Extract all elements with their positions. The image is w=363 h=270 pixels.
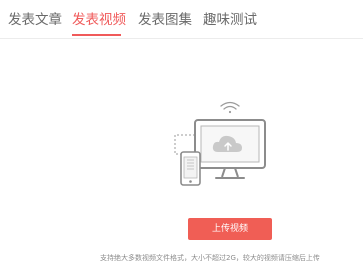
tab-article[interactable]: 发表文章 xyxy=(8,11,62,29)
upload-video-button[interactable]: 上传视频 xyxy=(188,218,272,240)
publish-page: 发表文章 发表视频 发表图集 趣味测试 上传视频 支持绝大多数视频文件格式，大小… xyxy=(0,0,363,270)
tab-quiz[interactable]: 趣味测试 xyxy=(203,11,257,29)
video-upload-devices-icon xyxy=(174,101,266,186)
publish-tabs: 发表文章 发表视频 发表图集 趣味测试 xyxy=(0,0,363,39)
upload-hint-text: 支持绝大多数视频文件格式，大小不超过2G，较大的视频请压缩后上传 xyxy=(100,254,320,262)
active-tab-indicator xyxy=(72,34,121,36)
tab-gallery[interactable]: 发表图集 xyxy=(138,11,192,29)
tab-video[interactable]: 发表视频 xyxy=(72,11,126,29)
